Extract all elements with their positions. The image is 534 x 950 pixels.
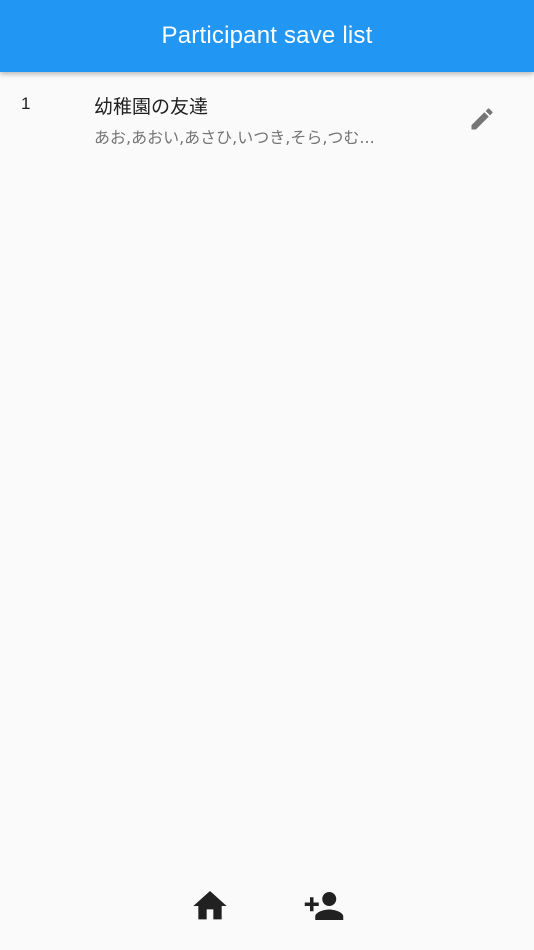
list-item[interactable]: 1 幼稚園の友達 あお,あおい,あさひ,いつき,そら,つむ... bbox=[0, 72, 534, 162]
edit-button[interactable] bbox=[462, 99, 502, 139]
list-item-subtitle: あお,あおい,あさひ,いつき,そら,つむ... bbox=[94, 128, 375, 147]
person-add-icon bbox=[304, 892, 344, 920]
screen: Participant save list 1 幼稚園の友達 あお,あおい,あさ… bbox=[0, 0, 534, 950]
list-item-index: 1 bbox=[21, 94, 31, 113]
add-participant-button[interactable] bbox=[302, 886, 346, 926]
home-icon bbox=[193, 891, 227, 920]
home-button[interactable] bbox=[188, 886, 232, 926]
app-bar: Participant save list bbox=[0, 0, 534, 72]
save-list: 1 幼稚園の友達 あお,あおい,あさひ,いつき,そら,つむ... bbox=[0, 72, 534, 162]
bottom-toolbar bbox=[0, 880, 534, 932]
edit-icon bbox=[471, 108, 493, 130]
list-item-title: 幼稚園の友達 bbox=[94, 96, 209, 118]
app-bar-title: Participant save list bbox=[161, 22, 373, 49]
